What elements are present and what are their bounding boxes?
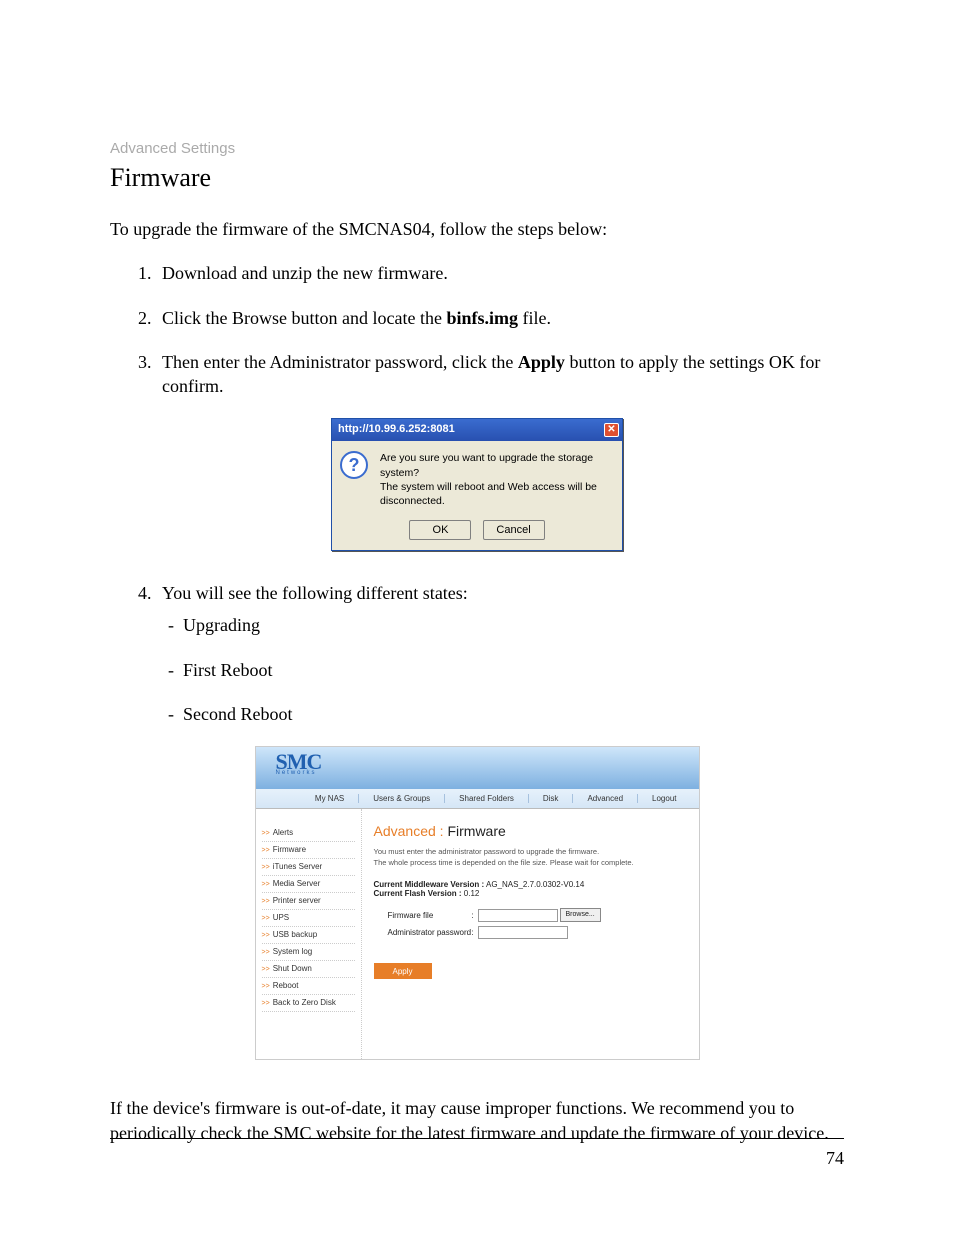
ok-button[interactable]: OK bbox=[409, 520, 471, 540]
browse-button[interactable]: Browse... bbox=[560, 908, 601, 922]
close-icon[interactable]: ✕ bbox=[604, 423, 619, 437]
tab-advanced[interactable]: Advanced bbox=[573, 794, 638, 803]
firmware-file-input[interactable] bbox=[478, 909, 558, 922]
content-desc2: The whole process time is depended on th… bbox=[374, 858, 687, 869]
content-breadcrumb: Advanced : Firmware bbox=[374, 823, 687, 839]
step-4: You will see the following different sta… bbox=[156, 581, 844, 726]
sidebar-item-media[interactable]: >>Media Server bbox=[262, 876, 355, 893]
admin-password-label: Administrator password bbox=[374, 928, 472, 937]
tab-logout[interactable]: Logout bbox=[638, 794, 690, 803]
smc-logo-sub: Networks bbox=[276, 770, 699, 776]
sidebar-item-usb-backup[interactable]: >>USB backup bbox=[262, 927, 355, 944]
sidebar-item-reboot[interactable]: >>Reboot bbox=[262, 978, 355, 995]
firmware-file-label: Firmware file bbox=[374, 911, 472, 920]
dialog-title: http://10.99.6.252:8081 bbox=[338, 423, 455, 441]
step-1: Download and unzip the new firmware. bbox=[156, 261, 844, 285]
state-second-reboot: Second Reboot bbox=[162, 702, 844, 726]
sidebar-item-system-log[interactable]: >>System log bbox=[262, 944, 355, 961]
tab-mynas[interactable]: My NAS bbox=[301, 794, 359, 803]
state-first-reboot: First Reboot bbox=[162, 658, 844, 682]
sidebar-item-printer[interactable]: >>Printer server bbox=[262, 893, 355, 910]
sidebar-item-itunes[interactable]: >>iTunes Server bbox=[262, 859, 355, 876]
tab-shared-folders[interactable]: Shared Folders bbox=[445, 794, 529, 803]
admin-password-input[interactable] bbox=[478, 926, 568, 939]
step-3: Then enter the Administrator password, c… bbox=[156, 350, 844, 399]
cancel-button[interactable]: Cancel bbox=[483, 520, 545, 540]
header-breadcrumb: Advanced Settings bbox=[110, 140, 844, 157]
dialog-line2: The system will reboot and Web access wi… bbox=[380, 480, 614, 508]
sidebar-item-ups[interactable]: >>UPS bbox=[262, 910, 355, 927]
page-number: 74 bbox=[826, 1148, 844, 1169]
intro-text: To upgrade the firmware of the SMCNAS04,… bbox=[110, 217, 844, 241]
state-upgrading: Upgrading bbox=[162, 613, 844, 637]
tab-users-groups[interactable]: Users & Groups bbox=[359, 794, 445, 803]
middleware-version: Current Middleware Version : AG_NAS_2.7.… bbox=[374, 880, 687, 889]
sidebar-item-shutdown[interactable]: >>Shut Down bbox=[262, 961, 355, 978]
content-desc1: You must enter the administrator passwor… bbox=[374, 847, 687, 858]
flash-version: Current Flash Version : 0.12 bbox=[374, 889, 687, 898]
apply-button[interactable]: Apply bbox=[374, 963, 432, 979]
dialog-line1: Are you sure you want to upgrade the sto… bbox=[380, 451, 614, 479]
tab-disk[interactable]: Disk bbox=[529, 794, 574, 803]
step-2: Click the Browse button and locate the b… bbox=[156, 306, 844, 330]
footer-divider bbox=[110, 1138, 844, 1139]
sidebar-item-alerts[interactable]: >>Alerts bbox=[262, 825, 355, 842]
confirm-dialog: http://10.99.6.252:8081 ✕ ? Are you sure… bbox=[331, 418, 623, 551]
sidebar-item-firmware[interactable]: >>Firmware bbox=[262, 842, 355, 859]
sidebar: >>Alerts >>Firmware >>iTunes Server >>Me… bbox=[256, 809, 362, 1059]
nas-screenshot: SMC Networks My NAS Users & Groups Share… bbox=[255, 746, 700, 1060]
sidebar-item-zero-disk[interactable]: >>Back to Zero Disk bbox=[262, 995, 355, 1012]
section-title: Firmware bbox=[110, 163, 844, 193]
question-icon: ? bbox=[340, 451, 368, 479]
